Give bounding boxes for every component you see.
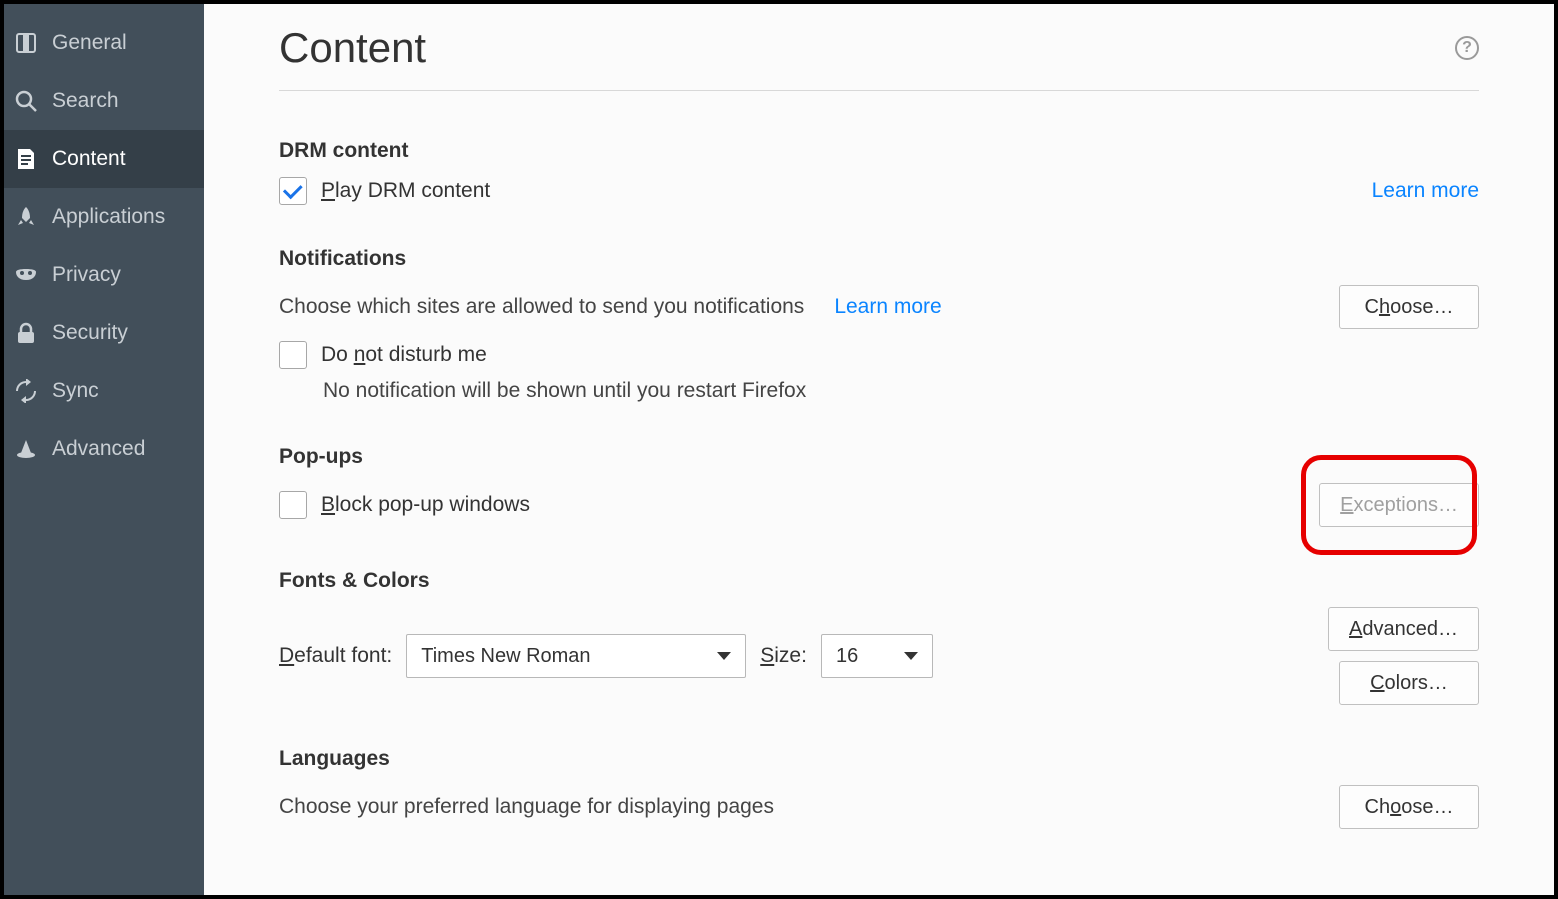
popup-exceptions-button[interactable]: Exceptions… [1319, 483, 1479, 527]
sidebar-item-label: Sync [52, 379, 99, 403]
sidebar-item-label: General [52, 31, 127, 55]
sidebar-item-label: Search [52, 89, 119, 113]
font-size-select[interactable]: 16 [821, 634, 933, 678]
section-notifications: Notifications Choose which sites are all… [279, 247, 1479, 403]
section-heading: Pop-ups [279, 445, 1479, 469]
sidebar: General Search Content Applications Priv… [4, 4, 204, 895]
default-font-label: Default font: [279, 644, 392, 668]
sidebar-item-sync[interactable]: Sync [4, 362, 204, 420]
sidebar-item-security[interactable]: Security [4, 304, 204, 362]
sidebar-item-advanced[interactable]: Advanced [4, 420, 204, 478]
do-not-disturb-subtext: No notification will be shown until you … [323, 379, 1479, 403]
help-button[interactable]: ? [1455, 36, 1479, 60]
wizard-hat-icon [14, 437, 38, 461]
sidebar-item-privacy[interactable]: Privacy [4, 246, 204, 304]
sidebar-item-label: Security [52, 321, 128, 345]
divider [279, 90, 1479, 91]
drm-learn-more-link[interactable]: Learn more [1372, 179, 1479, 203]
main-panel: Content ? DRM content Play DRM content L… [204, 4, 1554, 895]
notifications-choose-button[interactable]: Choose… [1339, 285, 1479, 329]
section-popups: Pop-ups Block pop-up windows Exceptions… [279, 445, 1479, 527]
sidebar-item-general[interactable]: General [4, 14, 204, 72]
play-drm-label: Play DRM content [321, 179, 490, 203]
default-font-select[interactable]: Times New Roman [406, 634, 746, 678]
sidebar-item-label: Privacy [52, 263, 121, 287]
languages-choose-button[interactable]: Choose… [1339, 785, 1479, 829]
section-heading: Notifications [279, 247, 1479, 271]
document-icon [14, 147, 38, 171]
exceptions-wrap: Exceptions… [1319, 483, 1479, 527]
section-heading: DRM content [279, 139, 1479, 163]
general-icon [14, 31, 38, 55]
colors-button[interactable]: Colors… [1339, 661, 1479, 705]
section-heading: Fonts & Colors [279, 569, 1479, 593]
block-popups-label: Block pop-up windows [321, 493, 530, 517]
sidebar-item-label: Content [52, 147, 126, 171]
sync-icon [14, 379, 38, 403]
sidebar-item-label: Applications [52, 205, 165, 229]
search-icon [14, 89, 38, 113]
sidebar-item-applications[interactable]: Applications [4, 188, 204, 246]
page-title: Content [279, 24, 426, 72]
do-not-disturb-checkbox[interactable] [279, 341, 307, 369]
notifications-desc: Choose which sites are allowed to send y… [279, 295, 804, 319]
block-popups-checkbox[interactable] [279, 491, 307, 519]
lock-icon [14, 321, 38, 345]
play-drm-checkbox[interactable] [279, 177, 307, 205]
section-fonts-colors: Fonts & Colors Default font: Times New R… [279, 569, 1479, 705]
do-not-disturb-label: Do not disturb me [321, 343, 487, 367]
section-drm: DRM content Play DRM content Learn more [279, 139, 1479, 205]
mask-icon [14, 263, 38, 287]
sidebar-item-label: Advanced [52, 437, 145, 461]
fonts-advanced-button[interactable]: Advanced… [1328, 607, 1479, 651]
preferences-window: General Search Content Applications Priv… [0, 0, 1558, 899]
rocket-icon [14, 205, 38, 229]
sidebar-item-content[interactable]: Content [4, 130, 204, 188]
section-languages: Languages Choose your preferred language… [279, 747, 1479, 829]
sidebar-item-search[interactable]: Search [4, 72, 204, 130]
section-heading: Languages [279, 747, 1479, 771]
font-size-label: Size: [760, 644, 807, 668]
languages-desc: Choose your preferred language for displ… [279, 795, 774, 819]
notifications-learn-more-link[interactable]: Learn more [834, 295, 941, 319]
